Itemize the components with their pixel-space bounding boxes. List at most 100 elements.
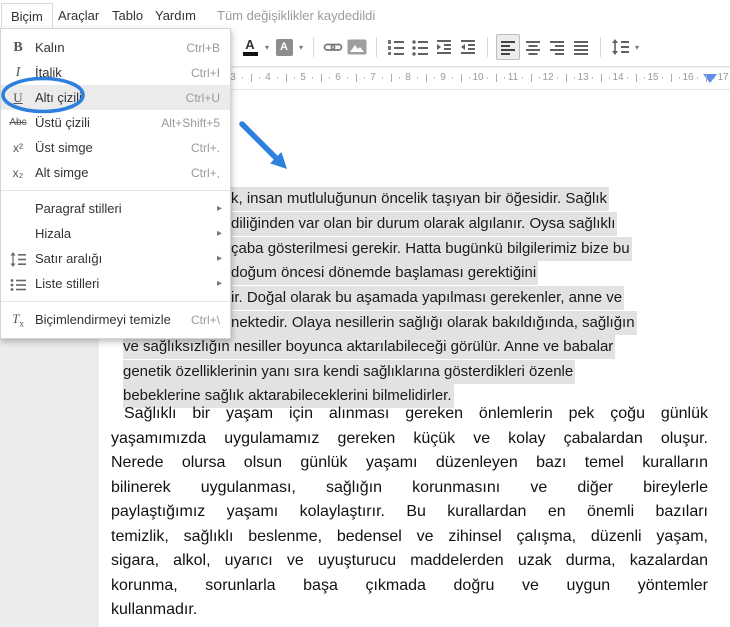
ruler-dot xyxy=(312,77,313,79)
ruler-dot xyxy=(662,77,663,79)
highlight-dropdown-caret[interactable]: ▾ xyxy=(296,43,306,52)
clear-formatting-icon: Tx xyxy=(1,311,35,329)
ruler-tick xyxy=(531,74,532,82)
submenu-arrow-icon: ▸ xyxy=(217,228,230,239)
align-left-button[interactable] xyxy=(496,34,520,60)
menu-item-align[interactable]: Hizala ▸ xyxy=(1,221,230,246)
toolbar-separator xyxy=(313,37,314,57)
doc-line[interactable]: k, insan mutluluğunun öncelik taşıyan bi… xyxy=(231,186,609,211)
menu-item-bold[interactable]: B Kalın Ctrl+B xyxy=(1,35,230,60)
menu-item-superscript[interactable]: x² Üst simge Ctrl+. xyxy=(1,135,230,160)
align-right-icon xyxy=(548,38,566,56)
doc-line[interactable]: bilinerek uygulanması, sağlığın korunmas… xyxy=(111,475,708,500)
ruler-dot xyxy=(399,77,400,79)
ruler-dot xyxy=(382,77,383,79)
menu-bicim[interactable]: Biçim xyxy=(1,3,53,29)
justify-button[interactable] xyxy=(570,35,592,59)
ruler-dot xyxy=(557,77,558,79)
ruler-dot xyxy=(329,77,330,79)
doc-line[interactable]: temizlik, sağlıklı beslenme, bedensel ve… xyxy=(111,524,708,549)
doc-line[interactable]: sigara, alkol, uyarıcı ve uyuşturucu mad… xyxy=(111,548,708,573)
menu-bar: Biçim Araçlar Tablo Yardım Tüm değişikli… xyxy=(0,0,730,28)
decrease-indent-icon xyxy=(435,38,453,56)
image-icon xyxy=(347,39,367,55)
menu-item-strikethrough[interactable]: Abc Üstü çizili Alt+Shift+5 xyxy=(1,110,230,135)
numbered-list-button[interactable] xyxy=(385,35,407,59)
align-right-button[interactable] xyxy=(546,35,568,59)
selected-text: nektedir. Olaya nesillerin sağlığı olara… xyxy=(231,311,637,335)
doc-line[interactable]: Sağlıklı bir yaşam için alınması gereken… xyxy=(111,401,708,426)
ruler-dot xyxy=(487,77,488,79)
ruler-tick xyxy=(496,74,497,82)
menu-araclar[interactable]: Araçlar xyxy=(49,3,108,28)
menu-item-subscript[interactable]: x₂ Alt simge Ctrl+, xyxy=(1,160,230,185)
menu-item-paragraph-styles[interactable]: Paragraf stilleri ▸ xyxy=(1,196,230,221)
decrease-indent-button[interactable] xyxy=(433,35,455,59)
ruler-dot xyxy=(417,77,418,79)
line-spacing-dropdown-caret[interactable]: ▾ xyxy=(632,43,642,52)
selected-text: ir. Doğal olarak bu aşamada yapılması ge… xyxy=(231,286,624,310)
menu-item-clear-formatting[interactable]: Tx Biçimlendirmeyi temizle Ctrl+\ xyxy=(1,307,230,332)
underline-icon: U xyxy=(1,90,35,106)
italic-icon: I xyxy=(1,65,35,81)
menu-item-italic[interactable]: I İtalik Ctrl+I xyxy=(1,60,230,85)
ruler-dot xyxy=(714,77,715,79)
menu-item-label: Paragraf stilleri xyxy=(35,201,217,216)
toolbar-separator xyxy=(600,37,601,57)
text-color-dropdown-caret[interactable]: ▾ xyxy=(262,43,272,52)
menu-item-label: Hizala xyxy=(35,226,217,241)
ruler-dot xyxy=(242,77,243,79)
doc-line[interactable]: paylaştığımız yaşamı kolaylaştırır. Bu k… xyxy=(111,499,708,524)
ruler-number: 8 xyxy=(405,72,411,83)
menu-shortcut: Ctrl+, xyxy=(191,166,230,180)
ruler-tick xyxy=(601,74,602,82)
ruler-dot xyxy=(679,77,680,79)
line-spacing-button[interactable] xyxy=(609,35,631,59)
doc-line[interactable]: yaşamımızda uygulamamız gereken küçük ve… xyxy=(111,426,708,451)
increase-indent-button[interactable] xyxy=(457,35,479,59)
menu-item-label: Üst simge xyxy=(35,140,191,155)
doc-line[interactable]: ir. Doğal olarak bu aşamada yapılması ge… xyxy=(231,285,624,310)
increase-indent-icon xyxy=(459,38,477,56)
menu-shortcut: Ctrl+. xyxy=(191,141,230,155)
menu-item-line-spacing[interactable]: Satır aralığı ▸ xyxy=(1,246,230,271)
ruler-number: 3 xyxy=(230,72,236,83)
insert-image-button[interactable] xyxy=(346,35,368,59)
ruler-number: 4 xyxy=(265,72,271,83)
doc-line[interactable]: diliğinden var olan bir durum olarak alg… xyxy=(231,211,617,236)
ruler-number: 16 xyxy=(682,72,693,83)
menu-shortcut: Ctrl+\ xyxy=(191,313,230,327)
text-color-button[interactable]: A xyxy=(239,35,261,59)
ruler-number: 11 xyxy=(508,72,518,83)
doc-line[interactable]: çaba gösterilmesi gerekir. Hatta bugünkü… xyxy=(231,236,632,261)
align-center-icon xyxy=(524,38,542,56)
insert-link-button[interactable] xyxy=(322,35,344,59)
ruler-tick xyxy=(391,74,392,82)
ruler-number: 6 xyxy=(335,72,341,83)
ruler-number: 13 xyxy=(577,72,588,83)
toolbar-separator xyxy=(376,37,377,57)
align-center-button[interactable] xyxy=(522,35,544,59)
doc-line[interactable]: doğum öncesi dönemde başlaması gerektiği… xyxy=(231,260,538,285)
ruler-tick xyxy=(461,74,462,82)
menu-item-underline[interactable]: U Altı çizili Ctrl+U xyxy=(1,85,230,110)
text-color-icon: A xyxy=(243,39,258,56)
ruler-number: 14 xyxy=(612,72,623,83)
doc-line[interactable]: genetik özelliklerinin yanı sıra kendi s… xyxy=(123,359,575,384)
menu-shortcut: Ctrl+B xyxy=(186,41,230,55)
ruler-number: 15 xyxy=(647,72,658,83)
doc-line[interactable]: kullanmadır. xyxy=(111,597,708,622)
ruler-tick xyxy=(566,74,567,82)
doc-line[interactable]: korunma, sorunlarla başa çıkmada doğru v… xyxy=(111,573,708,598)
doc-line[interactable]: Nerede olursa olsun günlük yaşamı düzenl… xyxy=(111,450,708,475)
list-styles-icon xyxy=(1,275,35,291)
menu-separator xyxy=(1,190,230,191)
doc-line[interactable]: nektedir. Olaya nesillerin sağlığı olara… xyxy=(231,310,637,335)
menu-item-list-styles[interactable]: Liste stilleri ▸ xyxy=(1,271,230,296)
menu-tablo[interactable]: Tablo xyxy=(103,3,152,28)
menu-yardim[interactable]: Yardım xyxy=(146,3,205,28)
ruler-dot xyxy=(609,77,610,79)
bulleted-list-button[interactable] xyxy=(409,35,431,59)
ruler-tick xyxy=(671,74,672,82)
highlight-color-button[interactable]: A xyxy=(273,35,295,59)
